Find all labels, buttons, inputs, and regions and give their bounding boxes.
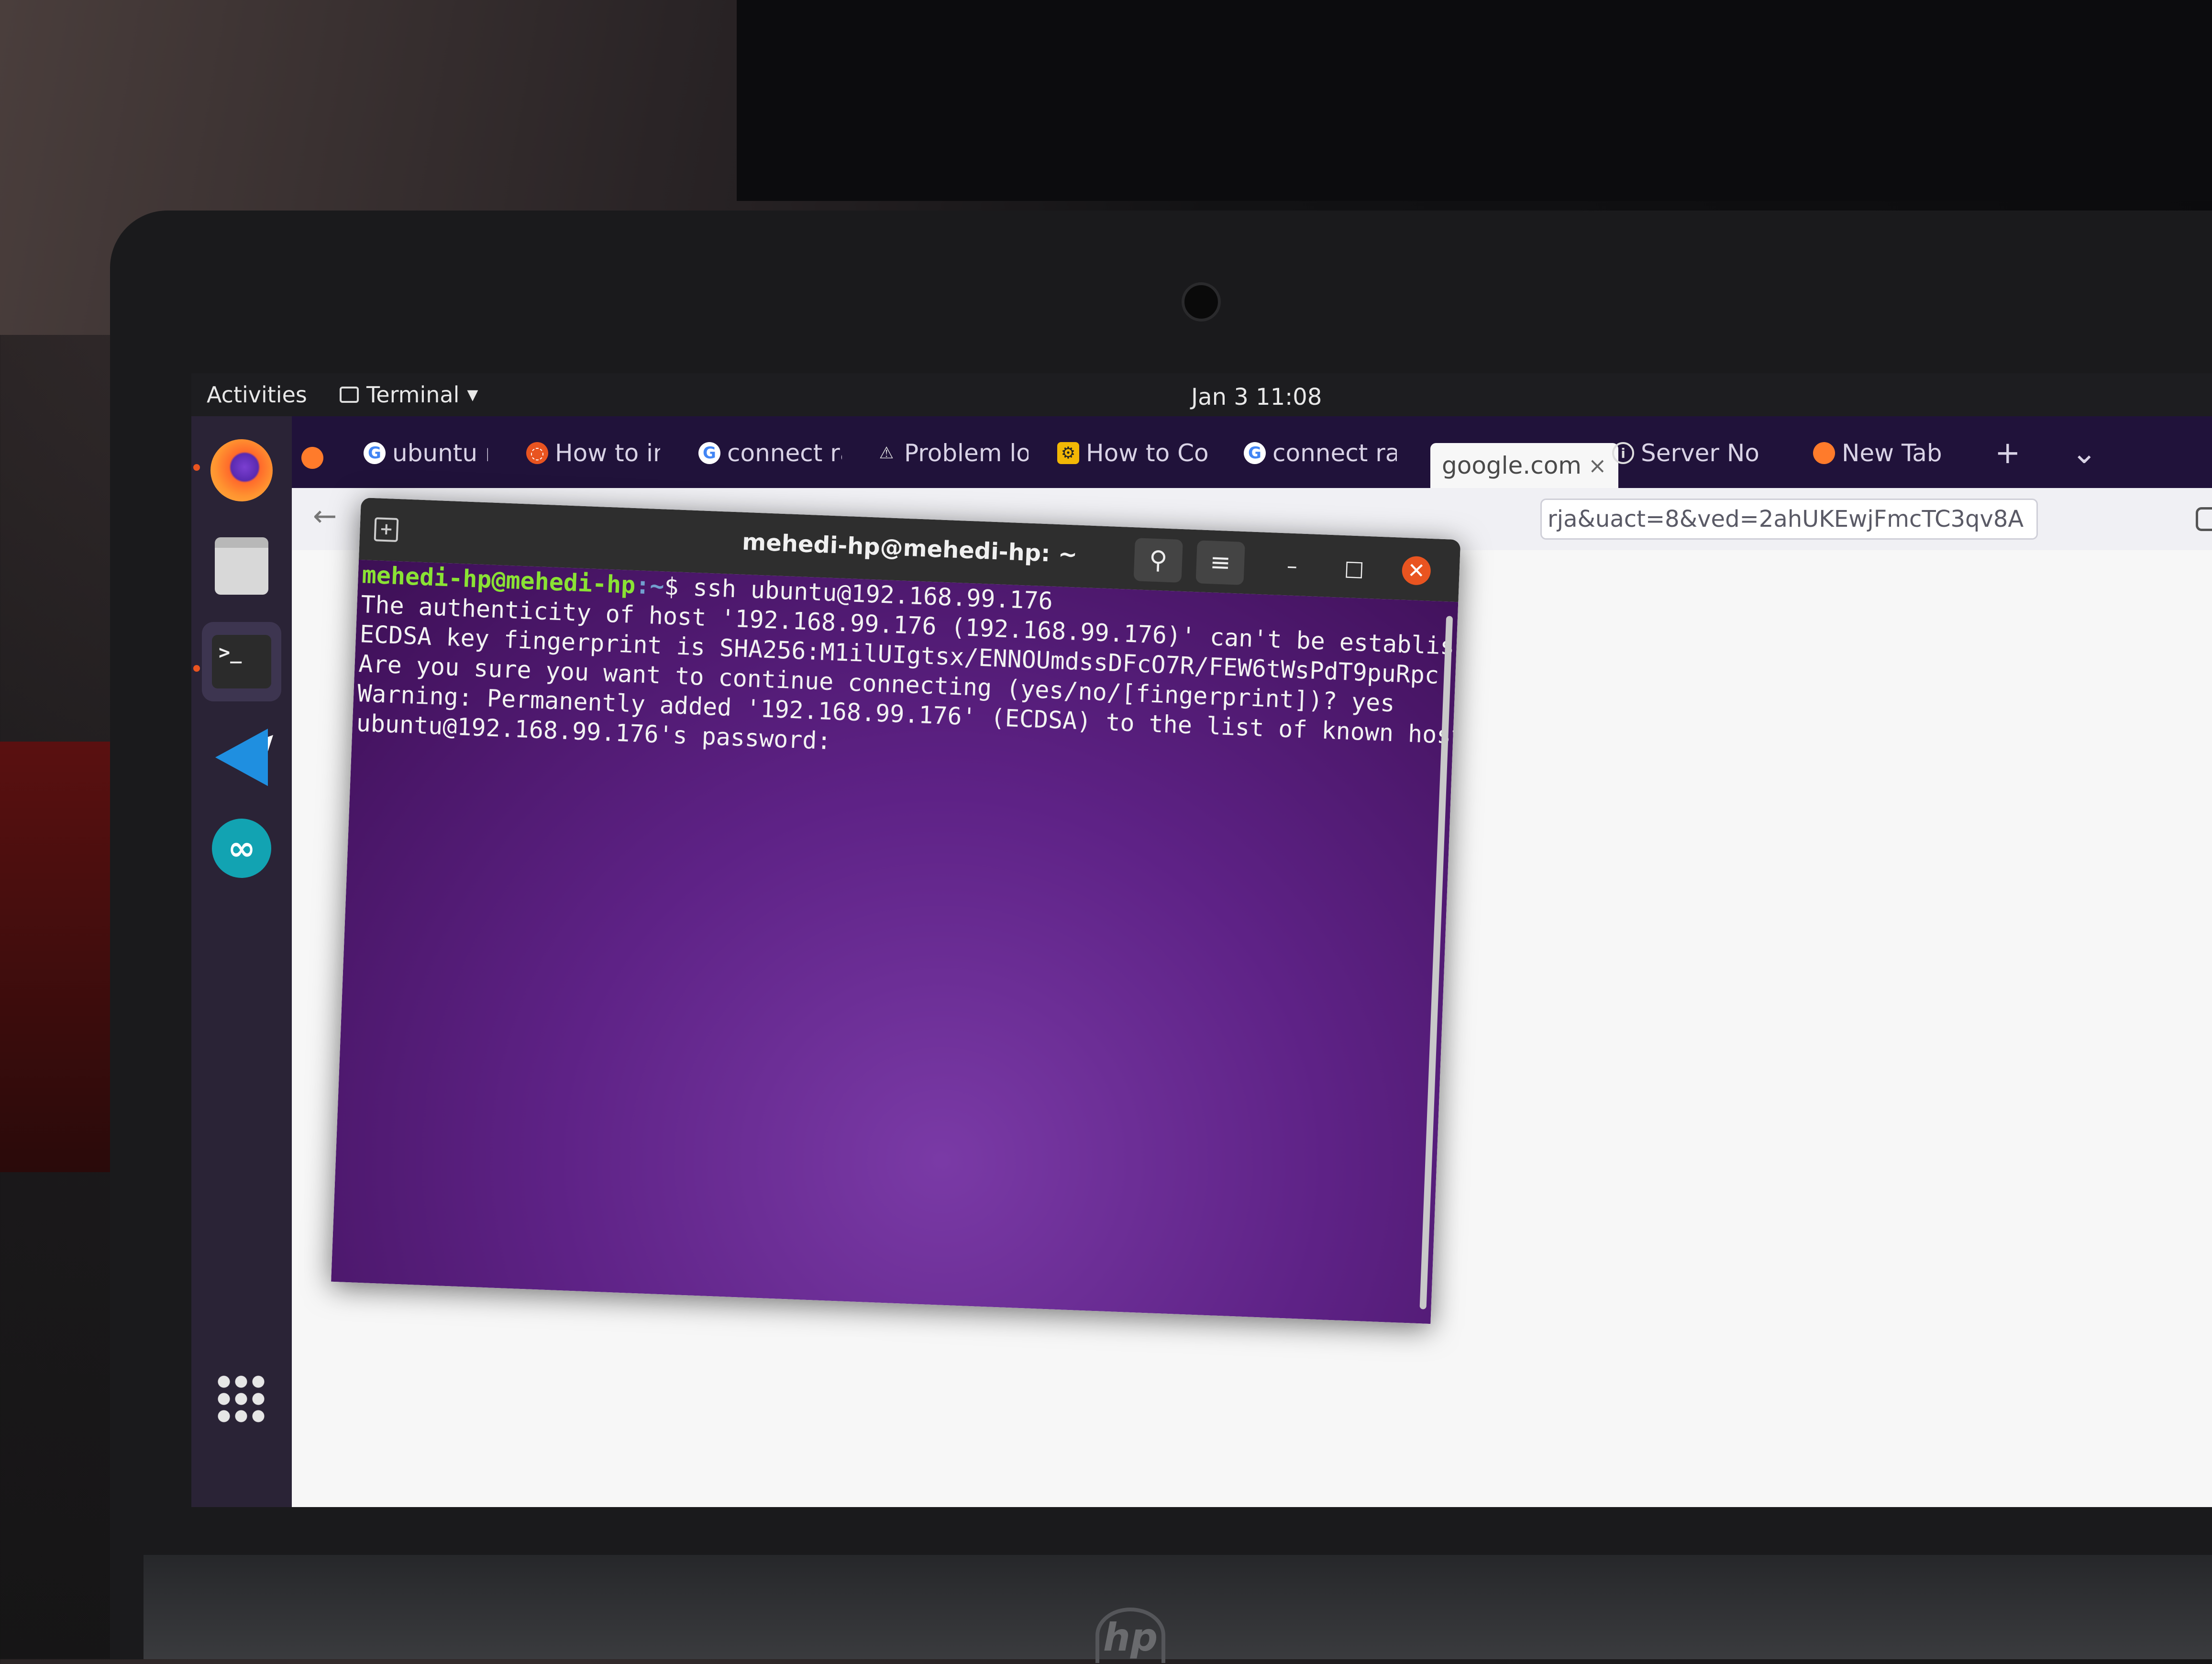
ubuntu-icon: ◌	[526, 442, 548, 464]
google-icon: G	[698, 442, 720, 464]
info-icon: i	[1612, 442, 1634, 464]
tab-label: Server No	[1641, 439, 1759, 467]
google-icon: G	[364, 442, 386, 464]
app-menu[interactable]: Terminal ▼	[340, 382, 478, 408]
top-bar: Activities Terminal ▼ Jan 3 11:08	[191, 373, 2212, 416]
site-icon: ⚙	[1057, 442, 1079, 464]
background-monitor	[737, 0, 2212, 201]
terminal-output[interactable]: mehedi-hp@mehedi-hp:~$ ssh ubuntu@192.16…	[331, 559, 1460, 1324]
tab-label: connect ra	[727, 439, 842, 467]
pocket-icon[interactable]	[2196, 507, 2212, 531]
firefox-icon	[1813, 442, 1835, 464]
tab-label: How to Co	[1086, 439, 1209, 467]
firefox-view-button[interactable]	[301, 435, 323, 480]
tab-0[interactable]: G ubuntu ra	[364, 431, 488, 476]
tab-8[interactable]: New Tab	[1813, 431, 1976, 476]
terminal-icon: >_	[212, 635, 271, 688]
laptop-brand-logo: hp	[1095, 1608, 1165, 1663]
chevron-down-icon[interactable]: ⌄	[2071, 435, 2097, 471]
dock-item-files[interactable]	[202, 526, 281, 606]
vscode-icon	[215, 729, 268, 786]
tab-2[interactable]: G connect ra	[698, 431, 842, 476]
files-icon	[215, 537, 268, 595]
terminal-window: + mehedi-hp@mehedi-hp: ~ ⚲ ≡ – □ ✕ mehed…	[331, 498, 1461, 1324]
chevron-down-icon: ▼	[467, 386, 478, 403]
tab-label: New Tab	[1842, 439, 1942, 467]
clock[interactable]: Jan 3 11:08	[1191, 384, 1322, 410]
tab-label: ubuntu ra	[392, 439, 488, 467]
url-bar[interactable]: rja&uact=8&ved=2ahUKEwjFmcTC3qv8A	[1540, 499, 2038, 540]
app-grid-icon[interactable]	[215, 1373, 268, 1426]
arduino-icon: ∞	[212, 819, 271, 878]
tab-4[interactable]: ⚙ How to Co	[1057, 431, 1210, 476]
tab-label: connect ra	[1272, 439, 1397, 467]
prompt-symbol: $	[664, 572, 694, 601]
firefox-icon	[301, 447, 323, 469]
running-indicator	[193, 464, 200, 471]
dock-item-firefox[interactable]	[202, 431, 281, 510]
new-tab-icon[interactable]: +	[1995, 435, 2021, 471]
dock-item-arduino[interactable]: ∞	[202, 809, 281, 888]
tab-6-active[interactable]: google.com ×	[1430, 443, 1618, 488]
warning-icon: ⚠	[879, 444, 894, 463]
tab-label: Problem lo	[904, 439, 1029, 467]
dock-item-terminal[interactable]: >_	[202, 622, 281, 701]
background-desk	[0, 742, 124, 1172]
screen: Activities Terminal ▼ Jan 3 11:08 >_ ∞ G…	[191, 373, 2212, 1507]
tab-label: How to ins	[555, 439, 660, 467]
close-tab-icon[interactable]: ×	[1588, 453, 1607, 478]
google-icon: G	[1244, 442, 1266, 464]
dock: >_ ∞	[191, 416, 292, 1507]
back-arrow-icon[interactable]: ←	[313, 499, 337, 533]
maximize-icon[interactable]: □	[1339, 554, 1369, 583]
browser-tab-strip: G ubuntu ra ◌ How to ins G connect ra ⚠ …	[292, 416, 2212, 488]
search-icon[interactable]: ⚲	[1133, 538, 1183, 583]
prompt-path: :~	[635, 571, 665, 600]
running-indicator	[193, 665, 200, 672]
firefox-icon	[210, 439, 273, 501]
dock-item-vscode[interactable]	[202, 718, 281, 797]
app-menu-label: Terminal	[366, 382, 460, 408]
hamburger-menu-icon[interactable]: ≡	[1195, 540, 1245, 585]
minimize-icon[interactable]: –	[1277, 551, 1307, 581]
webcam	[1182, 282, 1221, 322]
tab-3[interactable]: ⚠ Problem lo	[875, 431, 1029, 476]
tab-7[interactable]: i Server No	[1612, 431, 1775, 476]
tab-label: google.com	[1442, 452, 1582, 479]
activities-button[interactable]: Activities	[207, 382, 307, 408]
terminal-icon	[340, 387, 359, 403]
tab-1[interactable]: ◌ How to ins	[526, 431, 660, 476]
laptop-base	[144, 1555, 2212, 1659]
tab-5[interactable]: G connect ra	[1244, 431, 1397, 476]
